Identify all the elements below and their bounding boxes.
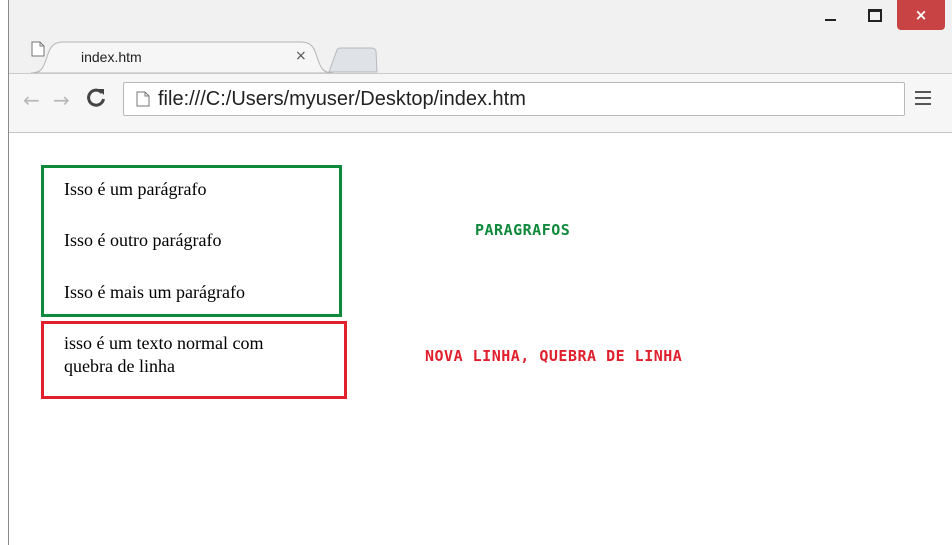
plain-text-line-2: quebra de linha: [64, 356, 175, 376]
new-tab-button[interactable]: [327, 47, 379, 73]
toolbar: ← → file:///C:/Users/myuser/Desktop/inde…: [9, 73, 952, 133]
paragraph-1: Isso é um parágrafo: [64, 179, 207, 199]
close-window-button[interactable]: ×: [897, 0, 945, 30]
tab-title: index.htm: [81, 49, 142, 65]
tab-close-button[interactable]: ×: [295, 48, 307, 64]
tab-index[interactable]: index.htm ×: [31, 41, 333, 73]
menu-bar-1: [915, 91, 931, 93]
reload-icon[interactable]: [85, 87, 107, 109]
page-icon: [31, 41, 45, 57]
close-icon: ×: [914, 5, 928, 24]
url-text[interactable]: file:///C:/Users/myuser/Desktop/index.ht…: [158, 88, 526, 111]
menu-bar-3: [915, 103, 931, 105]
back-button[interactable]: ←: [23, 90, 40, 110]
plain-text-line-1: isso é um texto normal com: [64, 333, 264, 353]
minimize-button[interactable]: [807, 0, 853, 30]
maximize-icon: [868, 8, 882, 22]
maximize-button[interactable]: [853, 0, 897, 30]
hamburger-menu-icon[interactable]: [915, 91, 931, 105]
line-break-label: NOVA LINHA, QUEBRA DE LINHA: [425, 347, 683, 365]
forward-button[interactable]: →: [53, 90, 70, 110]
browser-window: × index.htm × ← → file:///C:/Users/myuse…: [8, 0, 952, 545]
address-bar[interactable]: file:///C:/Users/myuser/Desktop/index.ht…: [123, 82, 905, 116]
tab-shape: [31, 41, 333, 73]
page-content: Isso é um parágrafo Isso é outro parágra…: [9, 133, 952, 545]
page-icon: [136, 91, 150, 107]
paragraphs-label: PARAGRAFOS: [475, 221, 571, 239]
menu-bar-2: [915, 97, 931, 99]
plain-text-with-break: isso é um texto normal com quebra de lin…: [64, 332, 263, 378]
paragraph-2: Isso é outro parágrafo: [64, 230, 222, 250]
minimize-icon: [824, 19, 836, 21]
paragraph-3: Isso é mais um parágrafo: [64, 282, 245, 302]
